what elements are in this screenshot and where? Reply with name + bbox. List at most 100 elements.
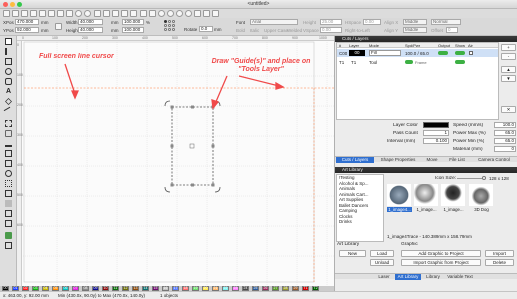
copy-icon[interactable] xyxy=(57,10,64,17)
scale-height-input[interactable]: 100.000 xyxy=(122,27,144,33)
zoom-out-icon[interactable] xyxy=(112,10,119,17)
paste-icon[interactable] xyxy=(66,10,73,17)
min-power-input[interactable]: 65.0 xyxy=(494,138,516,144)
move-layer-down-button[interactable]: ▼ xyxy=(501,75,516,82)
import-icon[interactable] xyxy=(30,10,37,17)
air-checkbox[interactable] xyxy=(469,51,473,55)
zoom-in-icon[interactable] xyxy=(103,10,110,17)
camera-tool-icon[interactable] xyxy=(5,232,12,239)
undo-icon[interactable] xyxy=(75,10,82,17)
new-library-button[interactable]: New xyxy=(339,250,366,257)
circular-array-icon[interactable] xyxy=(5,170,12,177)
list-item[interactable]: Drinks xyxy=(337,219,383,225)
position-laser-icon[interactable] xyxy=(5,98,12,105)
xpos-input[interactable]: 470.000 xyxy=(15,19,39,25)
rectangle-tool-icon[interactable] xyxy=(5,58,12,65)
bold-checkbox[interactable]: Bold xyxy=(236,28,245,33)
tab-file-list[interactable]: File List xyxy=(444,157,470,163)
offset-shapes-icon[interactable] xyxy=(5,120,12,127)
camera-icon[interactable] xyxy=(158,10,165,17)
show-toggle[interactable] xyxy=(455,60,465,64)
lock-aspect-icon[interactable] xyxy=(55,23,62,30)
tab-library[interactable]: Library xyxy=(423,274,443,280)
delete-button[interactable]: Delete xyxy=(485,259,514,266)
zoom-frame-icon[interactable] xyxy=(121,10,128,17)
rotary-setup-icon[interactable] xyxy=(5,210,12,217)
add-graphic-button[interactable]: Add Graphic to Project xyxy=(401,250,481,257)
optimize-icon[interactable] xyxy=(185,10,192,17)
frame-tool-icon[interactable] xyxy=(5,242,12,249)
measure-tool-icon[interactable] xyxy=(3,106,14,117)
open-folder-icon[interactable] xyxy=(12,10,19,17)
align-y-select[interactable]: Middle xyxy=(403,27,427,33)
offset-input[interactable]: 0 xyxy=(446,27,458,33)
table-row[interactable]: C00 00 Fill 100.0 / 65.0 xyxy=(337,49,498,57)
ellipse-tool-icon[interactable] xyxy=(5,68,12,75)
icon-size-slider[interactable] xyxy=(457,178,485,179)
right-to-left-checkbox[interactable]: Right-to-Left xyxy=(345,28,370,33)
polygon-tool-icon[interactable] xyxy=(5,78,12,85)
trace-icon[interactable] xyxy=(5,200,12,207)
add-layer-button[interactable]: + xyxy=(501,44,516,51)
rotate-input[interactable]: 0.0 xyxy=(199,26,213,32)
tab-laser[interactable]: Laser xyxy=(375,274,393,280)
new-file-icon[interactable] xyxy=(3,10,10,17)
weld-icon[interactable] xyxy=(5,180,12,187)
help-icon[interactable] xyxy=(212,10,219,17)
tab-art-library[interactable]: Art Library xyxy=(395,274,421,280)
icon-size-slider-handle[interactable] xyxy=(482,176,486,180)
welded-checkbox[interactable]: Welded xyxy=(287,28,302,33)
preview-icon[interactable] xyxy=(176,10,183,17)
table-row[interactable]: T1 T1 Tool Frame xyxy=(337,58,498,66)
variable-text-icon[interactable] xyxy=(5,220,12,227)
show-toggle[interactable] xyxy=(455,51,465,55)
array-icon[interactable] xyxy=(5,150,12,157)
import-button[interactable]: Import xyxy=(485,250,514,257)
text-style-select[interactable]: Normal xyxy=(431,19,461,25)
boolean-icon[interactable] xyxy=(5,190,12,197)
art-thumbnail[interactable] xyxy=(387,184,411,206)
material-input[interactable]: 0 xyxy=(494,146,516,152)
height-input[interactable]: 40.000 xyxy=(78,27,103,33)
remove-layer-button[interactable]: - xyxy=(501,53,516,60)
interval-input[interactable]: 0.100 xyxy=(423,138,449,144)
vspace-input[interactable]: 0.00 xyxy=(320,27,342,33)
tool-layer-toggle[interactable] xyxy=(405,60,413,64)
pass-count-input[interactable]: 1 xyxy=(423,130,449,136)
workspace-canvas[interactable]: Full screen line cursor Draw "Guide(s)" … xyxy=(17,36,334,286)
import-graphic-button[interactable]: Import Graphic from Project xyxy=(401,259,481,266)
move-layer-up-button[interactable]: ▲ xyxy=(501,66,516,73)
unload-library-button[interactable]: Unload xyxy=(370,259,394,266)
settings-icon[interactable] xyxy=(149,10,156,17)
align-x-select[interactable]: Middle xyxy=(403,19,427,25)
layer-color-swatch[interactable] xyxy=(423,122,449,128)
select-tool-icon[interactable] xyxy=(5,38,12,45)
rotary-icon[interactable] xyxy=(194,10,201,17)
hspace-input[interactable]: 0.00 xyxy=(363,19,381,25)
output-toggle[interactable] xyxy=(438,51,448,55)
tab-cuts-layers[interactable]: Cuts / Layers xyxy=(336,157,374,163)
save-icon[interactable] xyxy=(21,10,28,17)
width-input[interactable]: 40.000 xyxy=(78,19,103,25)
zoom-page-icon[interactable] xyxy=(130,10,137,17)
pan-icon[interactable] xyxy=(94,10,101,17)
grid-array-icon[interactable] xyxy=(5,160,12,167)
art-thumbnail[interactable] xyxy=(469,184,493,206)
home-icon[interactable] xyxy=(203,10,210,17)
anchor-grid[interactable] xyxy=(164,20,176,32)
cut-icon[interactable] xyxy=(48,10,55,17)
tab-shape-properties[interactable]: Shape Properties xyxy=(376,157,420,163)
mirror-icon[interactable] xyxy=(5,130,12,137)
art-thumbnail[interactable] xyxy=(414,184,438,206)
align-icon[interactable] xyxy=(5,140,12,147)
upper-case-checkbox[interactable]: Upper Case xyxy=(264,28,288,33)
edit-nodes-icon[interactable] xyxy=(5,48,12,55)
tab-move[interactable]: Move xyxy=(422,157,442,163)
tab-camera-control[interactable]: Camera Control xyxy=(472,157,516,163)
laser-icon[interactable] xyxy=(167,10,174,17)
font-select[interactable]: Arial xyxy=(250,19,298,25)
delete-layer-button[interactable]: ✕ xyxy=(501,106,516,113)
max-power-input[interactable]: 65.0 xyxy=(494,130,516,136)
art-category-list[interactable]: !Testing Alcohol & Sp... Animals Animals… xyxy=(336,174,384,242)
italic-checkbox[interactable]: Italic xyxy=(250,28,259,33)
